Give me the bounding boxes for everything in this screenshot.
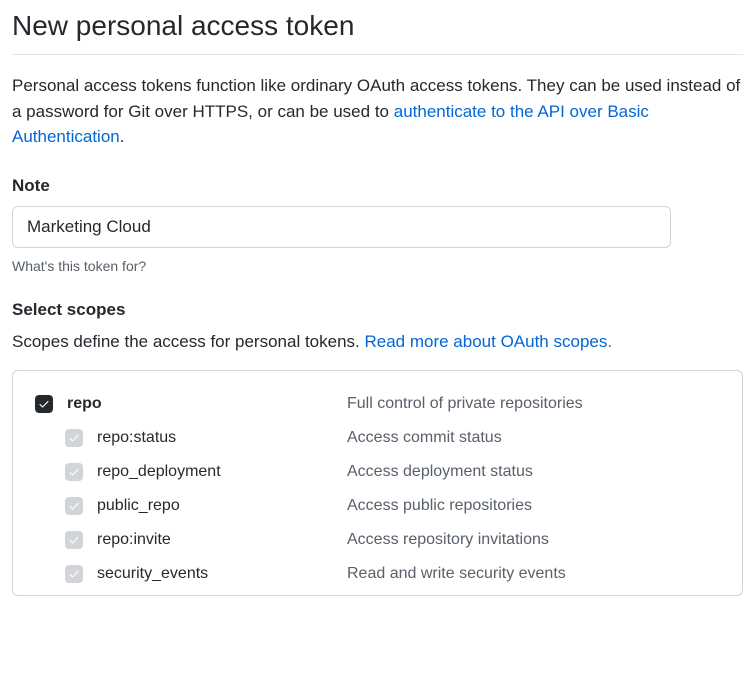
note-input[interactable] — [12, 206, 671, 248]
scopes-label: Select scopes — [12, 300, 743, 320]
scope-name: repo:invite — [97, 531, 347, 549]
scope-check-col — [13, 565, 97, 583]
scope-row-repo-status: repo:status Access commit status — [13, 421, 742, 455]
check-icon — [38, 398, 50, 410]
scope-group-repo: repo Full control of private repositorie… — [13, 387, 742, 421]
scope-name: security_events — [97, 565, 347, 583]
scope-name: public_repo — [97, 497, 347, 515]
page-title: New personal access token — [12, 10, 743, 55]
note-hint: What's this token for? — [12, 258, 743, 274]
checkbox-public-repo — [65, 497, 83, 515]
scope-desc: Access commit status — [347, 429, 502, 447]
checkbox-repo-invite — [65, 531, 83, 549]
checkbox-repo[interactable] — [35, 395, 53, 413]
scope-desc: Read and write security events — [347, 565, 566, 583]
scope-name-repo: repo — [67, 395, 347, 413]
scope-name: repo:status — [97, 429, 347, 447]
description-text-after: . — [120, 127, 125, 146]
scopes-desc-text: Scopes define the access for personal to… — [12, 332, 364, 351]
check-icon — [68, 432, 80, 444]
scope-row-public-repo: public_repo Access public repositories — [13, 489, 742, 523]
checkbox-security-events — [65, 565, 83, 583]
scope-check-col — [13, 497, 97, 515]
check-icon — [68, 466, 80, 478]
scope-row-security-events: security_events Read and write security … — [13, 557, 742, 591]
scopes-box: repo Full control of private repositorie… — [12, 370, 743, 596]
oauth-scopes-link[interactable]: Read more about OAuth scopes. — [364, 332, 612, 351]
scopes-description: Scopes define the access for personal to… — [12, 332, 743, 352]
scope-name: repo_deployment — [97, 463, 347, 481]
note-label: Note — [12, 176, 743, 196]
scope-row-repo-invite: repo:invite Access repository invitation… — [13, 523, 742, 557]
scope-check-col — [13, 395, 67, 413]
page-description: Personal access tokens function like ord… — [12, 73, 743, 150]
scope-check-col — [13, 531, 97, 549]
scope-desc: Access public repositories — [347, 497, 532, 515]
checkbox-repo-status — [65, 429, 83, 447]
scope-check-col — [13, 429, 97, 447]
scope-desc: Access repository invitations — [347, 531, 549, 549]
check-icon — [68, 500, 80, 512]
check-icon — [68, 534, 80, 546]
check-icon — [68, 568, 80, 580]
scope-desc-repo: Full control of private repositories — [347, 395, 583, 413]
scope-row-repo-deployment: repo_deployment Access deployment status — [13, 455, 742, 489]
scope-desc: Access deployment status — [347, 463, 533, 481]
scope-check-col — [13, 463, 97, 481]
checkbox-repo-deployment — [65, 463, 83, 481]
